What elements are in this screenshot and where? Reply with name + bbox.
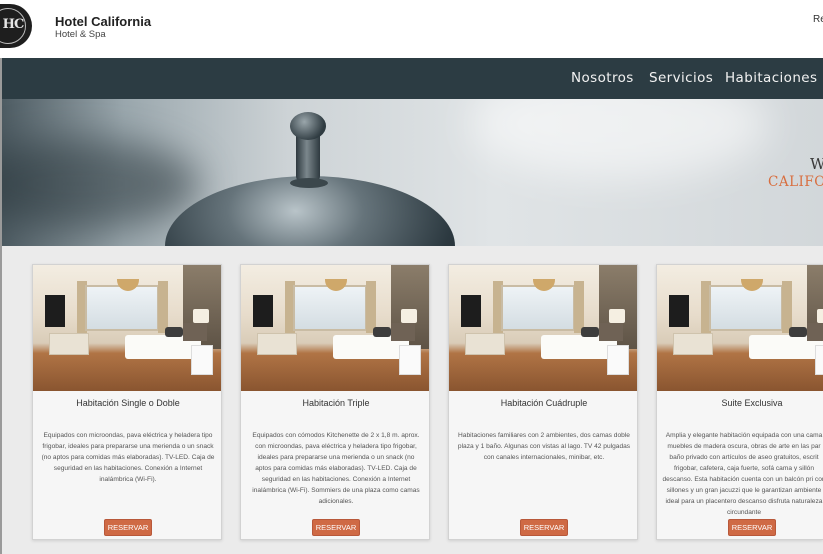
room-description: Amplia y elegante habitación equipada co… — [662, 432, 823, 516]
room-card-single: Habitación Single o Doble Equipados con … — [32, 264, 222, 540]
room-description: Habitaciones familiares con 2 ambientes,… — [457, 432, 631, 461]
window-edge — [0, 58, 2, 554]
logo-monogram: HC — [2, 17, 25, 32]
desk — [673, 333, 713, 355]
headboard — [391, 323, 415, 341]
top-right-link[interactable]: Re — [813, 14, 823, 25]
room-photo — [241, 265, 429, 391]
bell-knob — [290, 112, 326, 140]
lamp — [193, 309, 209, 323]
window — [85, 285, 159, 331]
room-photo — [33, 265, 221, 391]
room-title: Suite Exclusiva — [721, 398, 783, 408]
headboard — [807, 323, 823, 341]
site-header: HC Hotel California Hotel & Spa Re — [0, 0, 823, 58]
window — [501, 285, 575, 331]
lamp — [609, 309, 625, 323]
headboard — [599, 323, 623, 341]
nightstand — [607, 345, 629, 375]
nav-item-habitaciones[interactable]: Habitaciones — [725, 70, 817, 86]
room-description: Equipados con cómodos Kitchenette de 2 x… — [252, 432, 420, 505]
lamp — [401, 309, 417, 323]
curtain — [366, 281, 376, 333]
room-photo — [657, 265, 823, 391]
room-description: Equipados con microondas, pava eléctrica… — [41, 432, 215, 483]
room-card-quadruple: Habitación Cuádruple Habitaciones famili… — [448, 264, 638, 540]
pillow — [581, 327, 599, 337]
main-navigation: Nosotros Servicios Habitaciones — [0, 58, 823, 99]
desk — [49, 333, 89, 355]
reserve-button[interactable]: RESERVAR — [312, 519, 360, 536]
lamp — [817, 309, 823, 323]
pillow — [789, 327, 807, 337]
brand-subtitle: Hotel & Spa — [55, 29, 106, 40]
service-bell-image — [0, 99, 823, 246]
room-title: Habitación Cuádruple — [500, 398, 588, 408]
tv — [45, 295, 65, 327]
reserve-button[interactable]: RESERVAR — [728, 519, 776, 536]
nav-item-servicios[interactable]: Servicios — [649, 70, 713, 86]
pillow — [373, 327, 391, 337]
room-card-triple: Habitación Triple Equipados con cómodos … — [240, 264, 430, 540]
pillow — [165, 327, 183, 337]
reserve-button[interactable]: RESERVAR — [520, 519, 568, 536]
desk — [257, 333, 297, 355]
reserve-button[interactable]: RESERVAR — [104, 519, 152, 536]
room-photo — [449, 265, 637, 391]
headboard — [183, 323, 207, 341]
nightstand — [815, 345, 823, 375]
tv — [669, 295, 689, 327]
curtain — [782, 281, 792, 333]
tv — [461, 295, 481, 327]
room-title: Habitación Single o Doble — [76, 398, 180, 408]
nav-item-nosotros[interactable]: Nosotros — [571, 70, 634, 86]
curtain — [574, 281, 584, 333]
hotel-logo[interactable]: HC — [0, 4, 32, 48]
tv — [253, 295, 273, 327]
nightstand — [191, 345, 213, 375]
room-card-suite: Suite Exclusiva Amplia y elegante habita… — [656, 264, 823, 540]
curtain — [158, 281, 168, 333]
window — [293, 285, 367, 331]
room-title: Habitación Triple — [302, 398, 370, 408]
desk — [465, 333, 505, 355]
window — [709, 285, 783, 331]
brand-title[interactable]: Hotel California — [55, 14, 151, 29]
nightstand — [399, 345, 421, 375]
bell-ring — [290, 178, 328, 188]
